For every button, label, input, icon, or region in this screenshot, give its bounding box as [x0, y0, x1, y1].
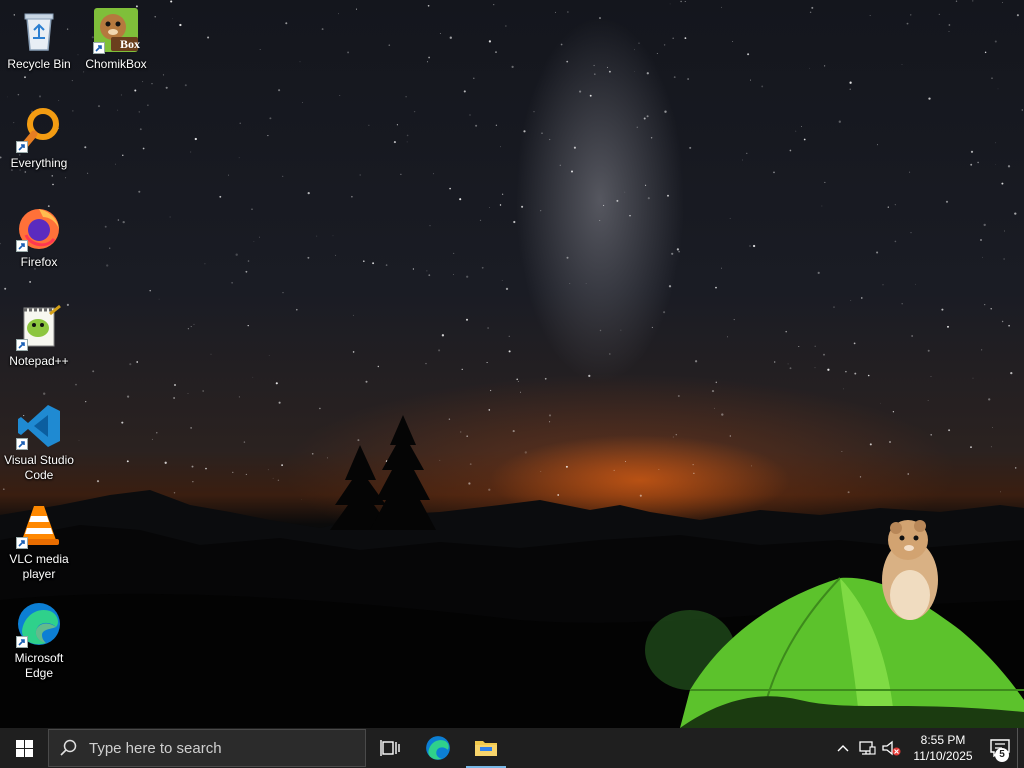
- windows-logo-icon: [15, 739, 33, 757]
- system-tray: 8:55 PM 11/10/2025 5: [831, 728, 1024, 768]
- vlc-icon: [15, 501, 63, 549]
- firefox-icon: [15, 204, 63, 252]
- desktop-icon-vlc[interactable]: VLC media player: [1, 501, 77, 582]
- shortcut-arrow-icon: [16, 141, 28, 153]
- wallpaper: [0, 0, 1024, 728]
- shortcut-arrow-icon: [16, 438, 28, 450]
- vscode-icon: [15, 402, 63, 450]
- desktop-icon-firefox[interactable]: Firefox: [1, 204, 77, 270]
- network-button[interactable]: [855, 728, 879, 768]
- desktop-icon-label: Visual Studio Code: [4, 453, 74, 482]
- chomikbox-icon: Box: [92, 6, 140, 54]
- desktop-icon-label: Firefox: [20, 255, 58, 269]
- show-desktop-button[interactable]: [1017, 728, 1024, 768]
- search-icon: [49, 739, 87, 757]
- chevron-up-icon: [837, 745, 849, 752]
- desktop-icon-label: Notepad++: [9, 354, 69, 368]
- desktop-icon-label: VLC media player: [9, 552, 69, 581]
- shortcut-arrow-icon: [16, 636, 28, 648]
- network-icon: [859, 741, 876, 755]
- start-button[interactable]: [0, 728, 48, 768]
- taskbar-search-box[interactable]: [48, 729, 366, 767]
- desktop-icon-label: ChomikBox: [85, 57, 147, 71]
- edge-icon: [426, 736, 450, 760]
- desktop-icon-microsoft-edge[interactable]: Microsoft Edge: [1, 600, 77, 681]
- desktop-icon-notepad-plus-plus[interactable]: Notepad++: [1, 303, 77, 369]
- edge-icon: [15, 600, 63, 648]
- desktop-icon-chomikbox[interactable]: Box ChomikBox: [78, 6, 154, 72]
- action-center-button[interactable]: 5: [983, 728, 1017, 768]
- desktop-icon-label: Everything: [10, 156, 68, 170]
- shortcut-arrow-icon: [16, 339, 28, 351]
- clock-time: 8:55 PM: [920, 733, 966, 747]
- notepad-plus-plus-icon: [15, 303, 63, 351]
- desktop-icon-label: Recycle Bin: [7, 57, 71, 71]
- task-view-icon: [380, 740, 400, 756]
- shortcut-arrow-icon: [93, 42, 105, 54]
- desktop-icon-recycle-bin[interactable]: Recycle Bin: [1, 6, 77, 72]
- desktop[interactable]: Recycle Bin Box ChomikBox Everything Fir…: [0, 0, 1024, 728]
- file-explorer-icon: [475, 741, 497, 756]
- desktop-icon-everything[interactable]: Everything: [1, 105, 77, 171]
- task-view-button[interactable]: [366, 728, 414, 768]
- taskbar: 8:55 PM 11/10/2025 5: [0, 728, 1024, 768]
- notification-count-badge: 5: [995, 748, 1009, 762]
- show-hidden-icons-button[interactable]: [831, 728, 855, 768]
- shortcut-arrow-icon: [16, 240, 28, 252]
- taskbar-file-explorer-button[interactable]: [462, 728, 510, 768]
- volume-button[interactable]: [879, 728, 903, 768]
- chomikbox-badge-text: Box: [119, 37, 140, 51]
- volume-muted-icon: [882, 740, 901, 756]
- shortcut-arrow-icon: [16, 537, 28, 549]
- desktop-icon-label: Microsoft Edge: [14, 651, 64, 680]
- taskbar-edge-button[interactable]: [414, 728, 462, 768]
- search-input[interactable]: [87, 738, 351, 758]
- everything-search-icon: [15, 105, 63, 153]
- clock-date: 11/10/2025: [913, 749, 973, 763]
- taskbar-clock[interactable]: 8:55 PM 11/10/2025: [903, 732, 983, 764]
- recycle-bin-icon: [15, 6, 63, 54]
- desktop-icon-visual-studio-code[interactable]: Visual Studio Code: [1, 402, 77, 483]
